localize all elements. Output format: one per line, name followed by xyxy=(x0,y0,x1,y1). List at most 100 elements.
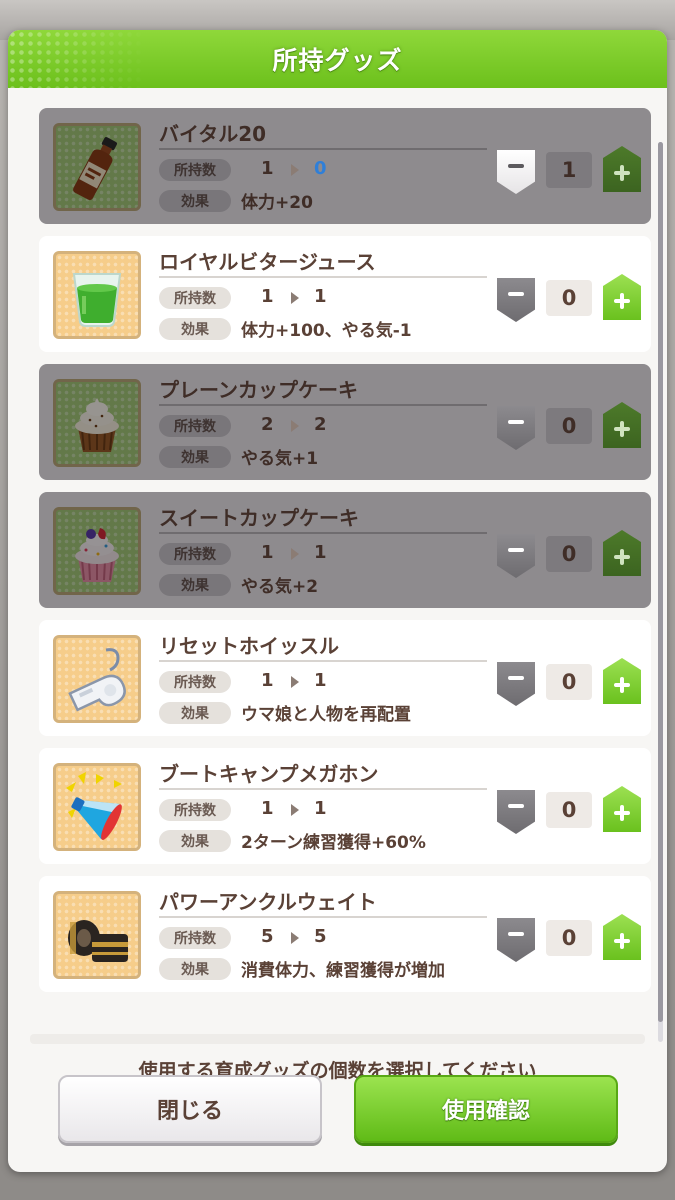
arrow-right-icon xyxy=(291,548,299,560)
use-count: 0 xyxy=(546,664,592,700)
effect-tag: 効果 xyxy=(159,446,231,468)
increase-button[interactable] xyxy=(603,402,641,448)
use-count: 0 xyxy=(546,536,592,572)
increase-button[interactable] xyxy=(603,786,641,832)
goods-item-plain-cupcake: プレーンカップケーキ 所持数 2 2 効果 やる気+1 0 xyxy=(39,364,651,480)
plus-icon xyxy=(614,293,630,309)
increase-button[interactable] xyxy=(603,914,641,960)
arrow-right-icon xyxy=(291,804,299,816)
goods-item-royal-bitter-juice: ロイヤルビタージュース 所持数 1 1 効果 体力+100、やる気-1 0 xyxy=(39,236,651,352)
item-name: バイタル20 xyxy=(159,122,267,146)
minus-icon xyxy=(508,420,524,424)
effect-text: やる気+1 xyxy=(241,449,319,469)
effect-text: 消費体力、練習獲得が増加 xyxy=(241,961,445,981)
use-count: 0 xyxy=(546,280,592,316)
item-name: ブートキャンプメガホン xyxy=(159,762,379,786)
owned-after: 1 xyxy=(314,286,327,307)
divider xyxy=(159,532,487,534)
item-name: スイートカップケーキ xyxy=(159,506,359,530)
owned-after: 5 xyxy=(314,926,327,947)
effect-text: やる気+2 xyxy=(241,577,319,597)
close-button[interactable]: 閉じる xyxy=(58,1075,322,1143)
owned-current: 1 xyxy=(261,670,274,691)
goods-item-power-ankle-weight: パワーアンクルウェイト 所持数 5 5 効果 消費体力、練習獲得が増加 0 xyxy=(39,876,651,992)
list-footer-edge xyxy=(30,1034,645,1044)
owned-tag: 所持数 xyxy=(159,159,231,181)
effect-tag: 効果 xyxy=(159,958,231,980)
divider xyxy=(159,276,487,278)
green-juice-glass-icon xyxy=(53,251,141,339)
owned-tag: 所持数 xyxy=(159,543,231,565)
use-count: 1 xyxy=(546,152,592,188)
plain-cupcake-icon xyxy=(53,379,141,467)
arrow-right-icon xyxy=(291,676,299,688)
minus-icon xyxy=(508,676,524,680)
owned-current: 1 xyxy=(261,542,274,563)
decrease-button[interactable] xyxy=(497,150,535,194)
minus-icon xyxy=(508,164,524,168)
effect-tag: 効果 xyxy=(159,574,231,596)
megaphone-icon xyxy=(53,763,141,851)
goods-item-sweet-cupcake: スイートカップケーキ 所持数 1 1 効果 やる気+2 0 xyxy=(39,492,651,608)
plus-icon xyxy=(614,165,630,181)
divider xyxy=(159,148,487,150)
arrow-right-icon xyxy=(291,292,299,304)
increase-button[interactable] xyxy=(603,658,641,704)
owned-tag: 所持数 xyxy=(159,671,231,693)
effect-tag: 効果 xyxy=(159,318,231,340)
increase-button[interactable] xyxy=(603,530,641,576)
goods-item-bootcamp-megaphone: ブートキャンプメガホン 所持数 1 1 効果 2ターン練習獲得+60% 0 xyxy=(39,748,651,864)
arrow-right-icon xyxy=(291,420,299,432)
goods-list: バイタル20 所持数 1 0 効果 体力+20 1 ロイヤルビタージュース 所持… xyxy=(30,108,652,1042)
divider xyxy=(159,916,487,918)
plus-icon xyxy=(614,421,630,437)
decrease-button[interactable] xyxy=(497,534,535,578)
whistle-icon xyxy=(53,635,141,723)
scrollbar-thumb[interactable] xyxy=(658,142,663,1022)
owned-after: 1 xyxy=(314,542,327,563)
effect-tag: 効果 xyxy=(159,702,231,724)
item-name: パワーアンクルウェイト xyxy=(159,890,377,914)
vitamin-bottle-icon xyxy=(53,123,141,211)
use-count: 0 xyxy=(546,792,592,828)
dialog-header: 所持グッズ xyxy=(8,30,667,88)
effect-text: 体力+100、やる気-1 xyxy=(241,321,412,341)
owned-current: 1 xyxy=(261,286,274,307)
decrease-button[interactable] xyxy=(497,278,535,322)
owned-after: 2 xyxy=(314,414,327,435)
minus-icon xyxy=(508,292,524,296)
owned-tag: 所持数 xyxy=(159,927,231,949)
owned-current: 1 xyxy=(261,158,274,179)
owned-current: 5 xyxy=(261,926,274,947)
plus-icon xyxy=(614,805,630,821)
owned-goods-dialog: 所持グッズ バイタル20 所持数 1 0 効果 体力+20 1 ロイヤルビタージ… xyxy=(8,30,667,1172)
minus-icon xyxy=(508,548,524,552)
owned-after: 0 xyxy=(314,158,327,179)
plus-icon xyxy=(614,933,630,949)
minus-icon xyxy=(508,932,524,936)
decrease-button[interactable] xyxy=(497,662,535,706)
item-name: プレーンカップケーキ xyxy=(159,378,358,402)
sweet-cupcake-icon xyxy=(53,507,141,595)
decrease-button[interactable] xyxy=(497,790,535,834)
increase-button[interactable] xyxy=(603,274,641,320)
owned-current: 2 xyxy=(261,414,274,435)
item-name: リセットホイッスル xyxy=(159,634,339,658)
decrease-button[interactable] xyxy=(497,406,535,450)
effect-tag: 効果 xyxy=(159,190,231,212)
divider xyxy=(159,788,487,790)
increase-button[interactable] xyxy=(603,146,641,192)
owned-after: 1 xyxy=(314,670,327,691)
effect-tag: 効果 xyxy=(159,830,231,852)
effect-text: ウマ娘と人物を再配置 xyxy=(241,705,411,725)
confirm-use-button[interactable]: 使用確認 xyxy=(354,1075,618,1143)
owned-current: 1 xyxy=(261,798,274,819)
item-name: ロイヤルビタージュース xyxy=(159,250,376,274)
effect-text: 体力+20 xyxy=(241,193,313,213)
arrow-right-icon xyxy=(291,164,299,176)
minus-icon xyxy=(508,804,524,808)
goods-item-reset-whistle: リセットホイッスル 所持数 1 1 効果 ウマ娘と人物を再配置 0 xyxy=(39,620,651,736)
use-count: 0 xyxy=(546,920,592,956)
decrease-button[interactable] xyxy=(497,918,535,962)
use-count: 0 xyxy=(546,408,592,444)
